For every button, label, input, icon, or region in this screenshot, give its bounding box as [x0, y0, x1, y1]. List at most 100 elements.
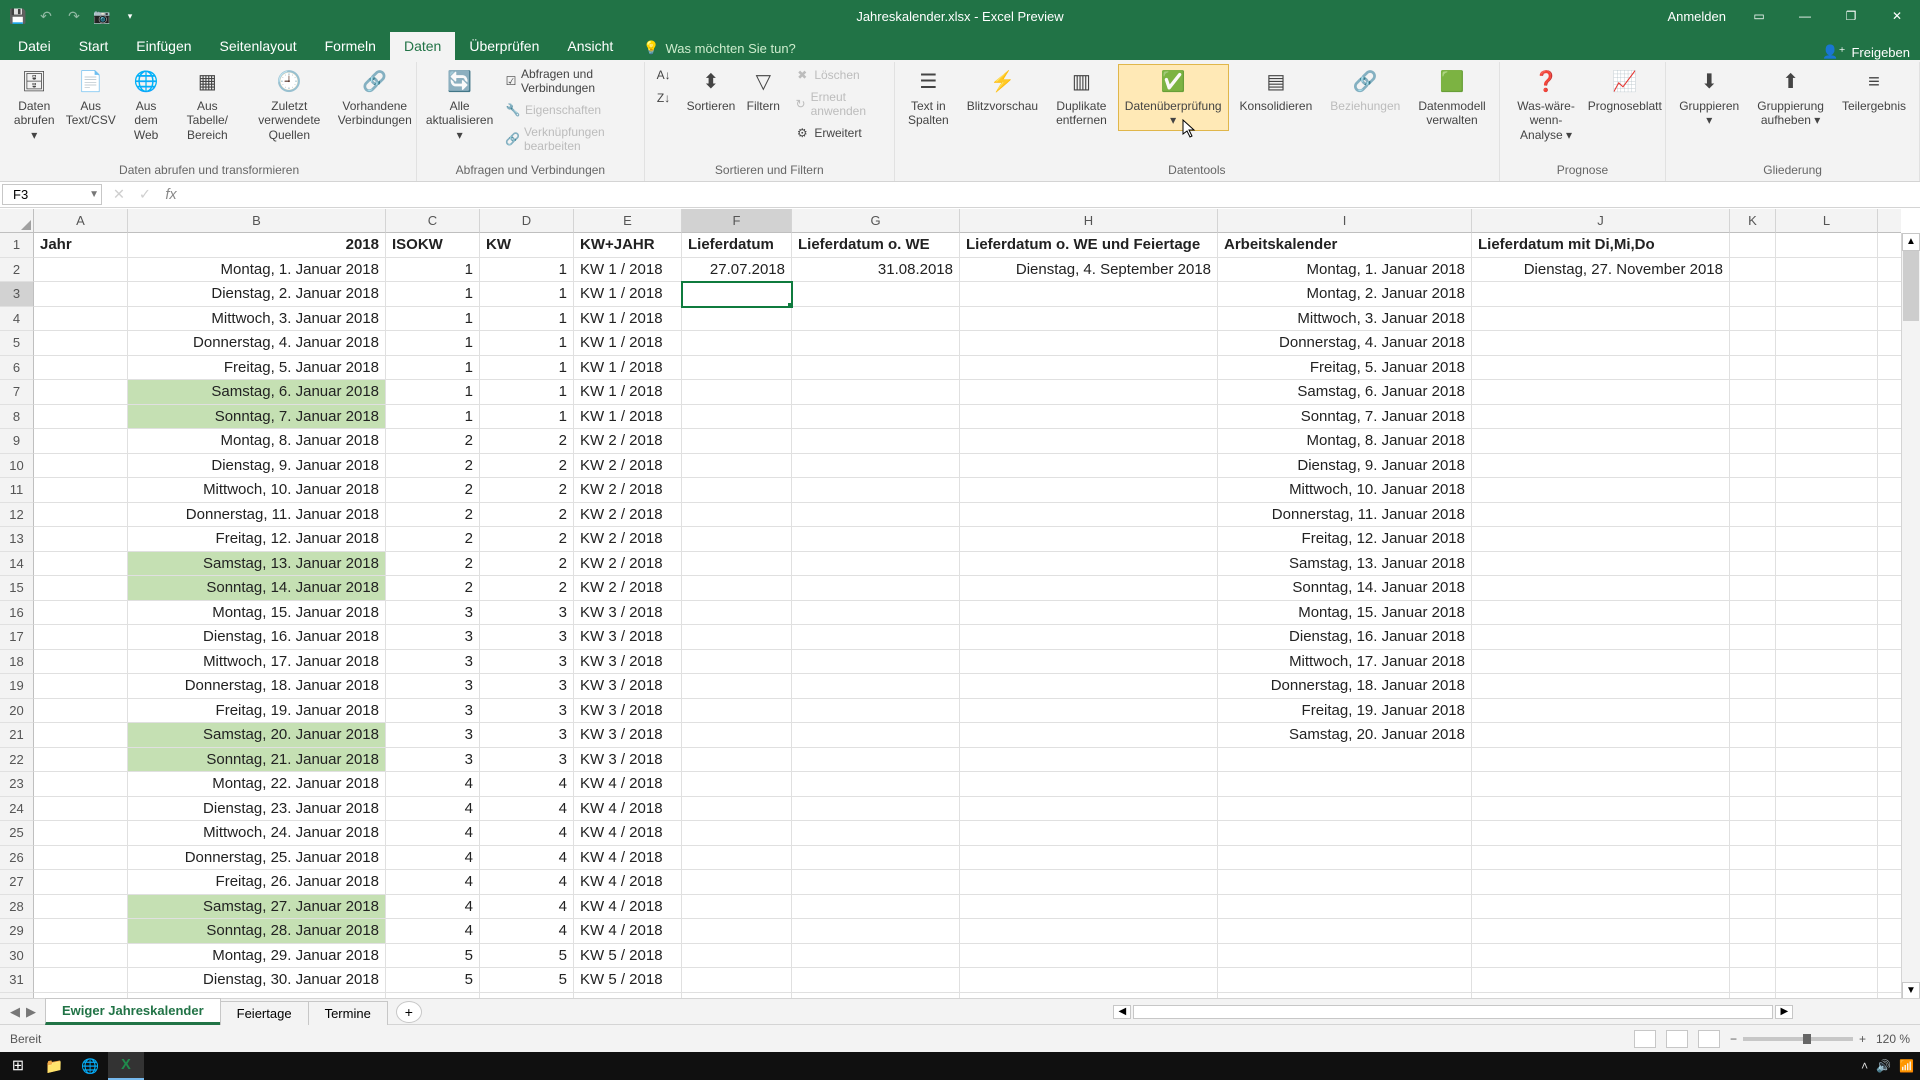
cell[interactable]	[682, 821, 792, 846]
cell[interactable]	[34, 552, 128, 577]
cell[interactable]: Donnerstag, 11. Januar 2018	[128, 503, 386, 528]
cell[interactable]	[682, 503, 792, 528]
cell[interactable]	[1878, 356, 1901, 381]
menu-tab-formeln[interactable]: Formeln	[311, 32, 390, 60]
cell[interactable]	[1730, 650, 1776, 675]
save-icon[interactable]: 💾	[6, 4, 30, 28]
zoom-out-icon[interactable]: −	[1730, 1032, 1737, 1046]
view-page-break-icon[interactable]	[1698, 1030, 1720, 1048]
row-header[interactable]: 31	[0, 968, 34, 993]
cell[interactable]	[682, 870, 792, 895]
cell[interactable]	[1776, 674, 1878, 699]
cell[interactable]	[960, 699, 1218, 724]
cell[interactable]	[1730, 405, 1776, 430]
cell[interactable]	[1878, 503, 1901, 528]
cell[interactable]	[1730, 307, 1776, 332]
cell[interactable]: 1	[386, 380, 480, 405]
menu-tab-ansicht[interactable]: Ansicht	[553, 32, 627, 60]
horizontal-scrollbar[interactable]: ◀ ▶	[422, 1005, 1920, 1019]
cell[interactable]	[1776, 968, 1878, 993]
cell[interactable]	[960, 405, 1218, 430]
cell[interactable]: KW 1 / 2018	[574, 258, 682, 283]
cell[interactable]: Dienstag, 16. Januar 2018	[1218, 625, 1472, 650]
cell[interactable]: KW 4 / 2018	[574, 895, 682, 920]
cell[interactable]	[960, 282, 1218, 307]
sheet-tab[interactable]: Ewiger Jahreskalender	[45, 998, 221, 1025]
column-header[interactable]: K	[1730, 209, 1776, 233]
cell[interactable]: 2	[480, 454, 574, 479]
cell[interactable]	[682, 307, 792, 332]
cell[interactable]	[1218, 772, 1472, 797]
cell[interactable]	[792, 723, 960, 748]
cell[interactable]	[34, 454, 128, 479]
row-header[interactable]: 2	[0, 258, 34, 283]
cell[interactable]	[1730, 625, 1776, 650]
cell[interactable]: KW 1 / 2018	[574, 380, 682, 405]
cell[interactable]	[1776, 258, 1878, 283]
cell[interactable]: KW 2 / 2018	[574, 429, 682, 454]
cell[interactable]: 3	[386, 674, 480, 699]
cell[interactable]	[1776, 919, 1878, 944]
cell[interactable]	[1472, 650, 1730, 675]
column-header[interactable]: B	[128, 209, 386, 233]
ribbon-button[interactable]: ❓Was-wäre-wenn- Analyse ▾	[1506, 64, 1587, 145]
sheet-nav-prev-icon[interactable]: ◀	[8, 1004, 22, 1020]
cell[interactable]	[682, 625, 792, 650]
cell[interactable]	[1218, 895, 1472, 920]
cell[interactable]: Dienstag, 9. Januar 2018	[1218, 454, 1472, 479]
header-cell[interactable]: ISOKW	[386, 233, 480, 258]
cell[interactable]	[682, 405, 792, 430]
cell[interactable]: Dienstag, 27. November 2018	[1472, 258, 1730, 283]
cell[interactable]: 4	[386, 870, 480, 895]
cell[interactable]: 3	[386, 650, 480, 675]
camera-icon[interactable]: 📷	[90, 4, 114, 28]
cell[interactable]: 5	[480, 944, 574, 969]
sheet-nav-next-icon[interactable]: ▶	[24, 1004, 38, 1020]
cell[interactable]: KW 4 / 2018	[574, 797, 682, 822]
cell[interactable]	[1776, 478, 1878, 503]
cell[interactable]: Samstag, 20. Januar 2018	[1218, 723, 1472, 748]
ribbon-button[interactable]: ▥Duplikate entfernen	[1049, 64, 1114, 131]
cell[interactable]	[682, 552, 792, 577]
cell[interactable]: 3	[480, 748, 574, 773]
ribbon-button[interactable]: ⬇Gruppieren ▾	[1672, 64, 1746, 131]
cell[interactable]: Dienstag, 16. Januar 2018	[128, 625, 386, 650]
cell[interactable]: KW 2 / 2018	[574, 478, 682, 503]
cell[interactable]	[960, 552, 1218, 577]
ribbon-button[interactable]: 🔗Beziehungen	[1323, 64, 1407, 116]
cell[interactable]	[1776, 723, 1878, 748]
cell[interactable]	[792, 870, 960, 895]
row-header[interactable]: 21	[0, 723, 34, 748]
ribbon-button[interactable]: 🟩Datenmodell verwalten	[1411, 64, 1492, 131]
cell[interactable]	[1472, 846, 1730, 871]
cell[interactable]	[1730, 601, 1776, 626]
cell[interactable]	[792, 380, 960, 405]
cell[interactable]	[960, 797, 1218, 822]
cell[interactable]	[960, 527, 1218, 552]
cell[interactable]: Mittwoch, 3. Januar 2018	[1218, 307, 1472, 332]
cell[interactable]	[1878, 405, 1901, 430]
cell[interactable]	[1776, 503, 1878, 528]
cell[interactable]: Montag, 22. Januar 2018	[128, 772, 386, 797]
cell[interactable]: 1	[386, 331, 480, 356]
cell[interactable]: 4	[480, 895, 574, 920]
cell[interactable]: 2	[480, 576, 574, 601]
sort-az-button[interactable]: A↓	[651, 64, 677, 86]
cell[interactable]	[34, 723, 128, 748]
cell[interactable]	[1878, 772, 1901, 797]
cell[interactable]	[1776, 944, 1878, 969]
cell[interactable]	[682, 944, 792, 969]
cell[interactable]	[34, 846, 128, 871]
cell[interactable]: KW 1 / 2018	[574, 307, 682, 332]
cell[interactable]	[1776, 429, 1878, 454]
cell[interactable]	[1776, 846, 1878, 871]
cell[interactable]	[1218, 968, 1472, 993]
cell[interactable]	[960, 821, 1218, 846]
cell[interactable]: KW 5 / 2018	[574, 968, 682, 993]
ribbon-small-button[interactable]: ⚙Erweitert	[789, 122, 888, 144]
cell[interactable]	[34, 870, 128, 895]
cell[interactable]	[1730, 380, 1776, 405]
cell[interactable]	[792, 601, 960, 626]
cell[interactable]	[34, 821, 128, 846]
cell[interactable]: Mittwoch, 10. Januar 2018	[128, 478, 386, 503]
